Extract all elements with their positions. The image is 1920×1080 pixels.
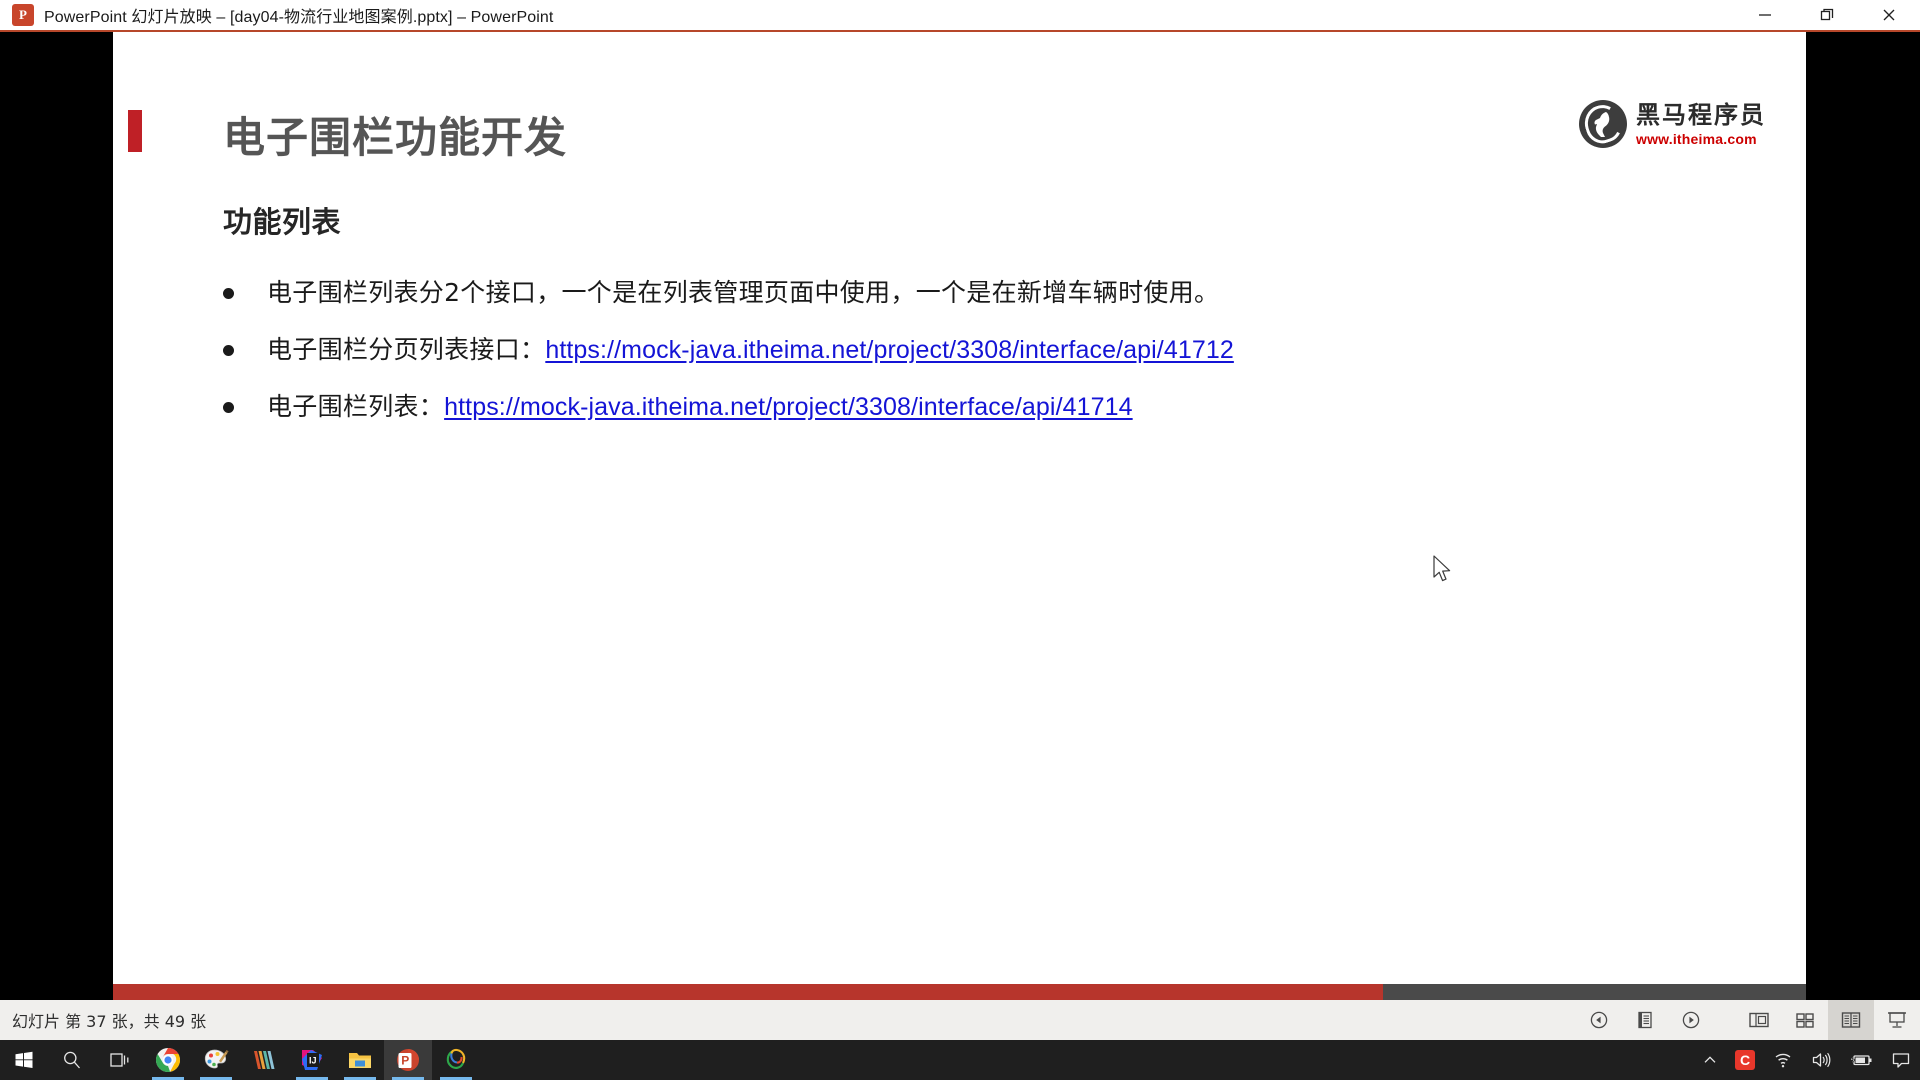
- search-button[interactable]: [48, 1040, 96, 1080]
- bullet-dot-icon: [223, 402, 234, 413]
- slideshow-progress-track[interactable]: [113, 984, 1806, 1000]
- wifi-icon: [1775, 1053, 1791, 1068]
- letter-c-icon: C: [1735, 1050, 1755, 1070]
- paint-taskbar-item[interactable]: [192, 1040, 240, 1080]
- file-explorer-taskbar-item[interactable]: [336, 1040, 384, 1080]
- bullet-text: 电子围栏列表：: [267, 392, 445, 421]
- notification-bubble-icon: [1892, 1053, 1910, 1068]
- volume-tray-icon[interactable]: [1802, 1040, 1840, 1080]
- network-tray-icon[interactable]: [1764, 1040, 1802, 1080]
- chrome-icon: [156, 1048, 180, 1072]
- intellij-taskbar-item[interactable]: IJ: [288, 1040, 336, 1080]
- reading-view-button[interactable]: [1828, 1000, 1874, 1040]
- thunder-taskbar-item[interactable]: [432, 1040, 480, 1080]
- start-button[interactable]: [0, 1040, 48, 1080]
- horse-glyph-icon: [1594, 112, 1610, 137]
- task-view-button[interactable]: [96, 1040, 144, 1080]
- paint-palette-icon: [204, 1049, 229, 1069]
- slideshow-stage[interactable]: 电子围栏功能开发 黑马程序员 www.itheima.com 功能列表 电子围栏…: [0, 32, 1920, 1000]
- next-slide-button[interactable]: [1668, 1000, 1714, 1040]
- svg-text:P: P: [401, 1054, 409, 1068]
- window-title: PowerPoint 幻灯片放映 – [day04-物流行业地图案例.pptx]…: [44, 9, 554, 26]
- bullet-list: 电子围栏列表分2个接口，一个是在列表管理页面中使用，一个是在新增车辆时使用。 电…: [223, 275, 1723, 446]
- notes-button[interactable]: [1622, 1000, 1668, 1040]
- wps-taskbar-item[interactable]: [240, 1040, 288, 1080]
- title-accent-bar: [128, 110, 142, 152]
- slideshow-button[interactable]: [1874, 1000, 1920, 1040]
- wps-stripes-icon: [254, 1051, 275, 1069]
- horse-head-icon: [1579, 100, 1627, 148]
- action-center-button[interactable]: [1882, 1040, 1920, 1080]
- list-item: 电子围栏列表分2个接口，一个是在列表管理页面中使用，一个是在新增车辆时使用。: [223, 275, 1723, 332]
- bullet-dot-icon: [223, 345, 234, 356]
- minimize-button[interactable]: [1734, 0, 1796, 31]
- bullet-text: 电子围栏分页列表接口：: [267, 335, 546, 364]
- window-title-bar: P PowerPoint 幻灯片放映 – [day04-物流行业地图案例.ppt…: [0, 0, 1920, 32]
- close-button[interactable]: [1858, 0, 1920, 31]
- slide-subheading: 功能列表: [223, 205, 342, 239]
- logo-url: www.itheima.com: [1636, 130, 1757, 147]
- desktop-screen: P PowerPoint 幻灯片放映 – [day04-物流行业地图案例.ppt…: [0, 0, 1920, 1080]
- intellij-idea-icon: IJ: [302, 1050, 322, 1070]
- svg-text:IJ: IJ: [309, 1056, 317, 1066]
- task-view-icon: [110, 1053, 129, 1067]
- logo-text-block: 黑马程序员 www.itheima.com: [1636, 103, 1766, 146]
- powerpoint-icon: P: [397, 1049, 419, 1071]
- colorful-loop-icon: [446, 1048, 466, 1069]
- ccleaner-tray-icon[interactable]: C: [1726, 1040, 1764, 1080]
- bullet-text: 电子围栏列表分2个接口，一个是在列表管理页面中使用，一个是在新增车辆时使用。: [267, 278, 1220, 307]
- previous-slide-button[interactable]: [1576, 1000, 1622, 1040]
- show-hidden-icons-button[interactable]: [1694, 1040, 1726, 1080]
- api-link-41714[interactable]: https://mock-java.itheima.net/project/33…: [444, 389, 1133, 425]
- powerpoint-icon: P: [12, 4, 34, 26]
- battery-tray-icon[interactable]: [1840, 1040, 1882, 1080]
- powerpoint-taskbar-item[interactable]: P: [384, 1040, 432, 1080]
- slide-title: 电子围栏功能开发: [223, 113, 568, 162]
- slide-counter-label: 幻灯片 第 37 张，共 49 张: [12, 1012, 207, 1031]
- folder-icon: [349, 1053, 371, 1068]
- list-item: 电子围栏列表： https://mock-java.itheima.net/pr…: [223, 389, 1723, 446]
- search-icon: [64, 1051, 80, 1069]
- chevron-up-icon: [1704, 1056, 1716, 1063]
- speaker-icon: [1812, 1052, 1831, 1068]
- battery-charging-icon: [1849, 1054, 1872, 1066]
- api-link-41712[interactable]: https://mock-java.itheima.net/project/33…: [545, 332, 1234, 368]
- slide-canvas[interactable]: 电子围栏功能开发 黑马程序员 www.itheima.com 功能列表 电子围栏…: [113, 32, 1806, 984]
- windows-logo-icon: [15, 1051, 33, 1068]
- slide-header: 电子围栏功能开发 黑马程序员 www.itheima.com: [113, 32, 1806, 172]
- logo-brand-name: 黑马程序员: [1636, 100, 1766, 129]
- chrome-taskbar-item[interactable]: [144, 1040, 192, 1080]
- normal-view-button[interactable]: [1736, 1000, 1782, 1040]
- brand-logo: 黑马程序员 www.itheima.com: [1579, 100, 1766, 148]
- list-item: 电子围栏分页列表接口： https://mock-java.itheima.ne…: [223, 332, 1723, 389]
- restore-button[interactable]: [1796, 0, 1858, 31]
- slide-sorter-button[interactable]: [1782, 1000, 1828, 1040]
- slideshow-progress-fill: [113, 984, 1383, 1000]
- bullet-dot-icon: [223, 288, 234, 299]
- powerpoint-status-bar: 幻灯片 第 37 张，共 49 张: [0, 1000, 1920, 1040]
- windows-taskbar: IJ P C: [0, 1040, 1920, 1080]
